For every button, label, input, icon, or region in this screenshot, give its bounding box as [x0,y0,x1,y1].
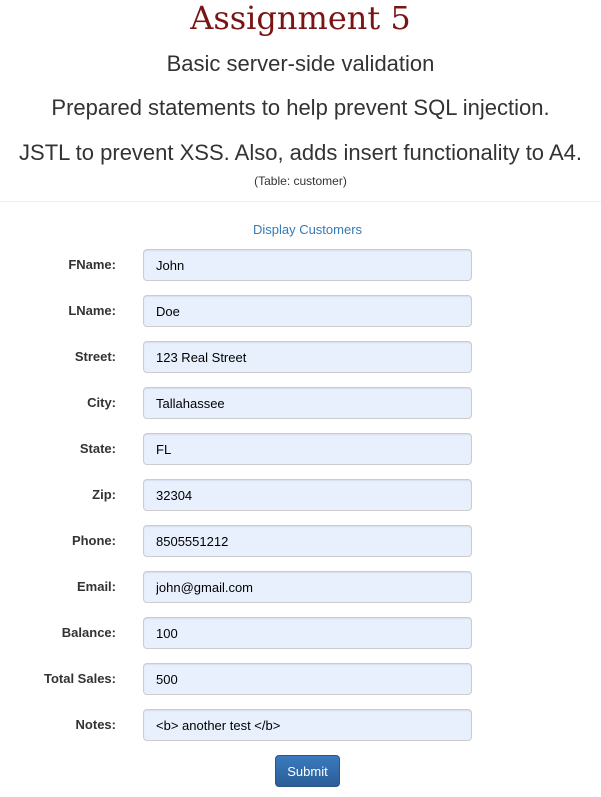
balance-input[interactable] [143,617,472,649]
form-row-state: State: [0,433,601,465]
phone-label: Phone: [71,533,116,548]
lname-input[interactable] [143,295,472,327]
street-input[interactable] [143,341,472,373]
form-row-phone: Phone: [0,525,601,557]
form-row-city: City: [0,387,601,419]
city-label: City: [87,395,116,410]
display-customers-link[interactable]: Display Customers [0,222,601,237]
zip-label: Zip: [92,487,116,502]
subtitle-validation: Basic server-side validation [166,51,435,76]
lname-label: LName: [68,303,116,318]
table-note: (Table: customer) [254,174,347,188]
form-row-total-sales: Total Sales: [0,663,601,695]
city-input[interactable] [143,387,472,419]
form-row-balance: Balance: [0,617,601,649]
form-row-notes: Notes: [0,709,601,741]
subtitle-prepared-statements: Prepared statements to help prevent SQL … [51,95,550,120]
form-row-street: Street: [0,341,601,373]
state-input[interactable] [143,433,472,465]
total-sales-label: Total Sales: [43,671,116,686]
form-row-lname: LName: [0,295,601,327]
form-row-zip: Zip: [0,479,601,511]
subtitle-jstl: JSTL to prevent XSS. Also, adds insert f… [19,140,582,165]
notes-input[interactable] [143,709,472,741]
phone-input[interactable] [143,525,472,557]
total-sales-input[interactable] [143,663,472,695]
email-label: Email: [76,579,116,594]
notes-label: Notes: [75,717,116,732]
submit-button[interactable]: Submit [275,755,340,787]
balance-label: Balance: [61,625,116,640]
page-title: Assignment 5 [190,0,411,37]
fname-label: FName: [68,257,116,272]
zip-input[interactable] [143,479,472,511]
email-input[interactable] [143,571,472,603]
divider [0,201,601,202]
form-row-email: Email: [0,571,601,603]
form-row-fname: FName: [0,249,601,281]
fname-input[interactable] [143,249,472,281]
street-label: Street: [74,349,116,364]
state-label: State: [79,441,116,456]
